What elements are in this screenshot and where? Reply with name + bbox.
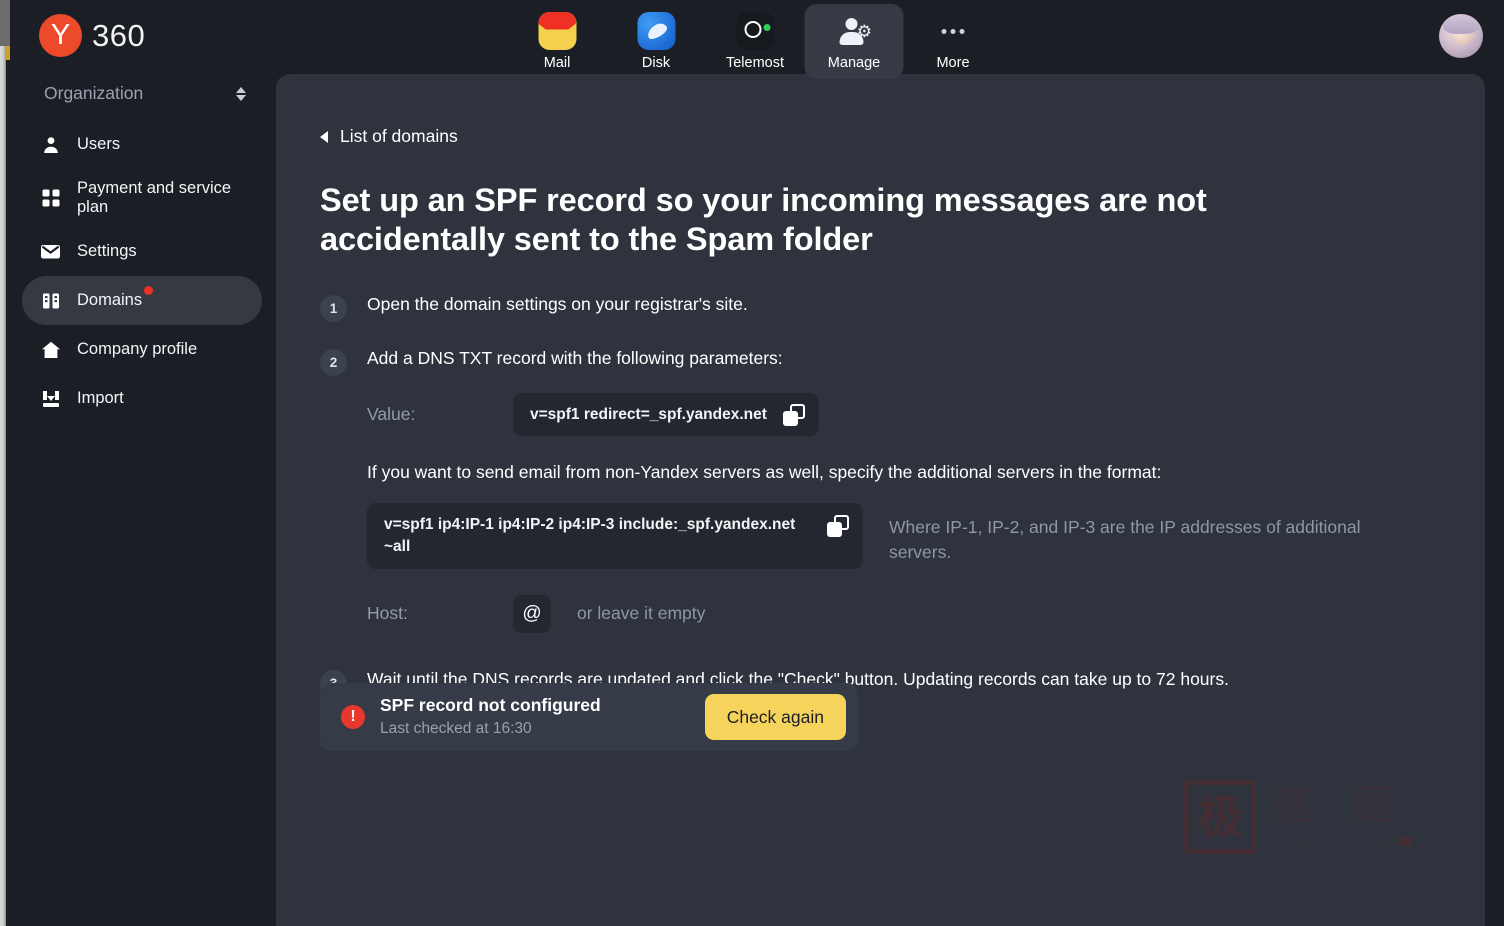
step-2: 2 Add a DNS TXT record with the followin… xyxy=(320,346,1450,633)
additional-servers-row: v=spf1 ip4:IP-1 ip4:IP-2 ip4:IP-3 includ… xyxy=(367,502,1450,569)
additional-servers-note: Where IP-1, IP-2, and IP-3 are the IP ad… xyxy=(889,516,1361,562)
organization-label: Organization xyxy=(44,83,144,103)
service-disk[interactable]: Disk xyxy=(607,4,706,79)
sidebar-item-label: Users xyxy=(77,134,121,153)
sidebar-item-label: Import xyxy=(77,388,124,407)
sidebar-item-import[interactable]: Import xyxy=(22,374,262,423)
error-icon: ! xyxy=(341,705,365,729)
user-icon xyxy=(40,134,61,155)
main-panel: List of domains Set up an SPF record so … xyxy=(276,74,1485,926)
sidebar-item-label: Domains xyxy=(77,285,154,310)
step-text: Open the domain settings on your registr… xyxy=(367,294,748,314)
watermark-seal: 极 xyxy=(1184,780,1256,854)
envelope-icon xyxy=(40,241,61,262)
window-left-edge-top xyxy=(0,0,10,46)
telemost-icon xyxy=(736,12,774,50)
host-row: Host: @ or leave it empty xyxy=(367,594,1450,633)
back-link-label: List of domains xyxy=(340,126,458,146)
step-number: 2 xyxy=(320,349,347,376)
service-label: Disk xyxy=(641,55,671,71)
service-more[interactable]: More xyxy=(904,4,1003,79)
watermark-url-text: WWW.JISUTIKU.COM xyxy=(1272,836,1395,847)
step-1: 1 Open the domain settings on your regis… xyxy=(320,292,1450,322)
service-manage[interactable]: ⚙ Manage xyxy=(804,4,904,79)
value-code-box[interactable]: v=spf1 redirect=_spf.yandex.net xyxy=(513,393,819,437)
value-code-text: v=spf1 redirect=_spf.yandex.net xyxy=(530,405,767,423)
sidebar-item-label: Payment and service plan xyxy=(77,178,232,216)
additional-servers-intro: If you want to send email from non-Yande… xyxy=(367,462,1162,483)
home-icon xyxy=(40,339,61,360)
grid-icon xyxy=(40,188,61,209)
sidebar-item-domains[interactable]: Domains xyxy=(22,276,262,325)
avatar[interactable] xyxy=(1439,14,1483,58)
top-bar: Y 360 Mail Disk Telemost ⚙ Manage More xyxy=(6,0,1504,79)
copy-icon[interactable] xyxy=(827,514,849,537)
window-left-edge xyxy=(0,0,6,926)
back-to-list-of-domains-link[interactable]: List of domains xyxy=(320,126,458,147)
service-switcher: Mail Disk Telemost ⚙ Manage More xyxy=(508,4,1003,79)
more-dots-icon xyxy=(934,12,972,50)
organization-switcher[interactable]: Organization xyxy=(44,83,254,104)
spf-status-card: ! SPF record not configured Last checked… xyxy=(320,683,858,751)
additional-code-box[interactable]: v=spf1 ip4:IP-1 ip4:IP-2 ip4:IP-3 includ… xyxy=(367,502,863,569)
disk-icon xyxy=(637,12,675,50)
window-left-edge-accent xyxy=(5,46,10,60)
value-label: Value: xyxy=(367,404,416,425)
sidebar-item-label: Company profile xyxy=(77,339,198,358)
sidebar-item-settings[interactable]: Settings xyxy=(22,227,262,276)
sidebar: Organization Users Payment and service p… xyxy=(6,74,275,926)
chevron-left-icon xyxy=(320,130,328,143)
status-title: SPF record not configured xyxy=(380,695,601,716)
service-label: Mail xyxy=(543,55,571,71)
import-icon xyxy=(40,388,61,409)
sidebar-item-company-profile[interactable]: Company profile xyxy=(22,325,262,374)
host-label: Host: xyxy=(367,603,408,624)
sidebar-item-label-text: Domains xyxy=(77,290,143,309)
watermark-url: WWW.JISUTIKU.COM xyxy=(1272,836,1412,847)
instruction-steps: 1 Open the domain settings on your regis… xyxy=(320,292,1450,697)
status-texts: SPF record not configured Last checked a… xyxy=(380,694,705,740)
sidebar-item-payment-and-service-plan[interactable]: Payment and service plan xyxy=(22,169,262,227)
service-mail[interactable]: Mail xyxy=(508,4,607,79)
copy-icon[interactable] xyxy=(782,404,805,427)
mail-icon xyxy=(538,12,576,50)
host-value-chip[interactable]: @ xyxy=(513,594,551,633)
app-root: Y 360 Mail Disk Telemost ⚙ Manage More O… xyxy=(0,0,1504,926)
manage-icon: ⚙ xyxy=(835,12,873,50)
brand-logo-link[interactable]: Y 360 xyxy=(39,14,145,57)
additional-code-text: v=spf1 ip4:IP-1 ip4:IP-2 ip4:IP-3 includ… xyxy=(384,515,796,555)
domains-icon xyxy=(40,290,61,311)
sidebar-item-label: Settings xyxy=(77,241,137,260)
notification-dot-badge xyxy=(144,285,154,295)
page-title: Set up an SPF record so your incoming me… xyxy=(320,182,1207,257)
step-text: Add a DNS TXT record with the following … xyxy=(367,348,783,368)
service-label: Manage xyxy=(827,55,881,71)
brand-name: 360 xyxy=(92,17,146,53)
chevron-updown-icon xyxy=(236,86,246,101)
service-label: Telemost xyxy=(725,55,785,71)
service-label: More xyxy=(936,55,970,71)
watermark: 极 速 题 WWW.JISUTIKU.COM xyxy=(1184,776,1424,862)
status-subtitle: Last checked at 16:30 xyxy=(380,719,532,737)
watermark-text: 速 题 xyxy=(1270,783,1406,829)
service-telemost[interactable]: Telemost xyxy=(706,4,805,79)
sidebar-item-users[interactable]: Users xyxy=(22,120,262,169)
check-again-button[interactable]: Check again xyxy=(704,694,846,740)
sidebar-nav: Users Payment and service plan Settings … xyxy=(22,120,262,423)
yandex-logo-icon: Y xyxy=(39,14,82,57)
host-hint: or leave it empty xyxy=(577,603,706,624)
step-number: 1 xyxy=(320,295,347,322)
value-row: Value: v=spf1 redirect=_spf.yandex.net xyxy=(367,393,1450,437)
